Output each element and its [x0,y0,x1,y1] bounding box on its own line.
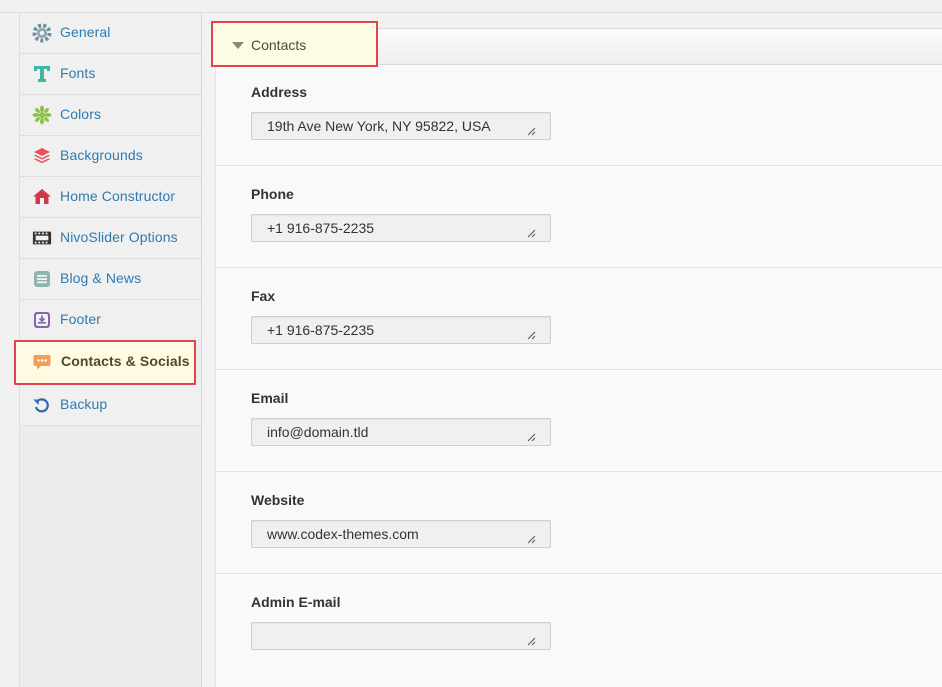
field-row-fax: Fax +1 916-875-2235 [216,268,942,370]
resize-grip-icon[interactable] [527,127,536,136]
sidebar-item-label: Home Constructor [60,188,176,204]
website-field[interactable]: www.codex-themes.com [251,520,551,548]
layers-icon [32,146,52,166]
sidebar-item-label: Contacts & Socials [61,353,190,369]
options-sidebar: General Fonts Colors Backgrounds Home Co… [14,13,202,687]
field-value: www.codex-themes.com [267,526,419,542]
sidebar-item-backgrounds[interactable]: Backgrounds [20,136,201,177]
sidebar-item-backup[interactable]: Backup [20,385,201,426]
sidebar-item-label: General [60,24,111,40]
film-icon [32,228,52,248]
sidebar-item-footer[interactable]: Footer [20,300,201,341]
email-field[interactable]: info@domain.tld [251,418,551,446]
sidebar-item-contacts-socials[interactable]: Contacts & Socials [14,340,196,385]
field-row-address: Address 19th Ave New York, NY 95822, USA [216,64,942,166]
field-value: +1 916-875-2235 [267,322,375,338]
sidebar-item-home-constructor[interactable]: Home Constructor [20,177,201,218]
sidebar-item-blog-news[interactable]: Blog & News [20,259,201,300]
resize-grip-icon[interactable] [527,433,536,442]
resize-grip-icon[interactable] [527,229,536,238]
sidebar-item-label: Backgrounds [60,147,143,163]
sidebar-item-label: Footer [60,311,102,327]
sidebar-item-label: NivoSlider Options [60,229,178,245]
sidebar-item-fonts[interactable]: Fonts [20,54,201,95]
field-row-email: Email info@domain.tld [216,370,942,472]
download-box-icon [32,310,52,330]
font-icon [32,64,52,84]
section-toggle-contacts[interactable]: Contacts [211,21,378,67]
gear-icon [32,23,52,43]
field-value: info@domain.tld [267,424,369,440]
resize-grip-icon[interactable] [527,637,536,646]
sidebar-item-label: Blog & News [60,270,142,286]
field-label: Address [251,84,308,100]
field-label: Admin E-mail [251,594,341,610]
field-label: Phone [251,186,294,202]
refresh-icon [32,395,52,415]
home-icon [32,187,52,207]
field-row-phone: Phone +1 916-875-2235 [216,166,942,268]
sidebar-item-general[interactable]: General [20,13,201,54]
collapse-triangle-icon [232,42,244,49]
phone-field[interactable]: +1 916-875-2235 [251,214,551,242]
field-label: Email [251,390,289,406]
speech-bubble-icon [32,352,52,372]
sidebar-item-label: Fonts [60,65,96,81]
sidebar-item-nivoslider[interactable]: NivoSlider Options [20,218,201,259]
field-row-website: Website www.codex-themes.com [216,472,942,574]
field-label: Website [251,492,305,508]
admin-email-field[interactable] [251,622,551,650]
address-field[interactable]: 19th Ave New York, NY 95822, USA [251,112,551,140]
sidebar-item-label: Backup [60,396,108,412]
list-icon [32,269,52,289]
fax-field[interactable]: +1 916-875-2235 [251,316,551,344]
field-value: 19th Ave New York, NY 95822, USA [267,118,491,134]
field-label: Fax [251,288,276,304]
palette-icon [32,105,52,125]
field-row-admin-email: Admin E-mail [216,574,942,675]
sidebar-item-label: Colors [60,106,102,122]
resize-grip-icon[interactable] [527,535,536,544]
section-title: Contacts [251,37,307,53]
sidebar-item-colors[interactable]: Colors [20,95,201,136]
field-value: +1 916-875-2235 [267,220,375,236]
resize-grip-icon[interactable] [527,331,536,340]
options-panel: Contacts Address 19th Ave New York, NY 9… [211,21,942,687]
